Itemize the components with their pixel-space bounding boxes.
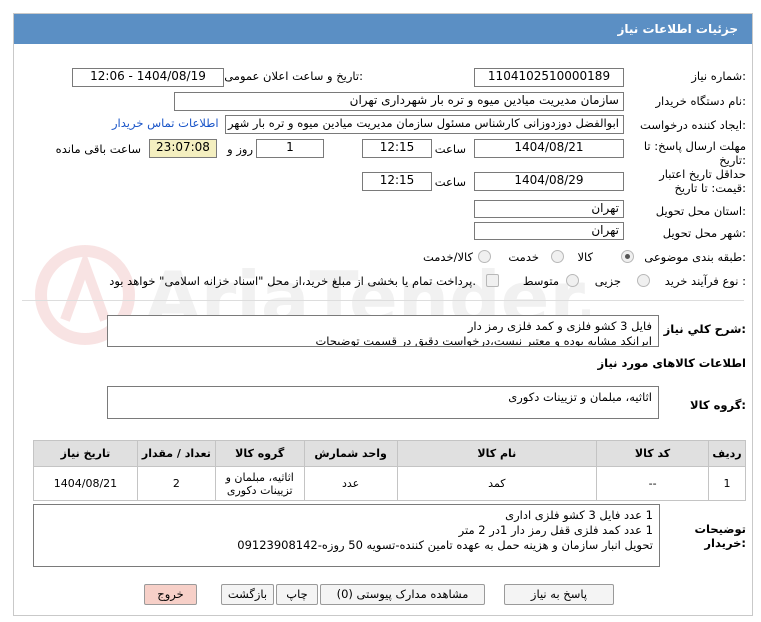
days-field: 1 bbox=[256, 139, 324, 158]
col-row: ردیف bbox=[707, 440, 747, 467]
category-radio-goods-service[interactable] bbox=[478, 250, 491, 263]
description-line-2: ایرانکد مشابه بوده و معتبر نیست،درخواست … bbox=[315, 334, 652, 347]
deadline-date-field: 1404/08/21 bbox=[474, 139, 624, 158]
category-option-goods: کالا bbox=[577, 250, 593, 264]
creator-label: ایجاد کننده درخواست: bbox=[640, 118, 746, 132]
need-number-label: شماره نیاز: bbox=[691, 69, 746, 83]
buyer-notes-label-2: خریدار: bbox=[704, 536, 746, 550]
category-label: طبقه بندی موضوعی: bbox=[644, 250, 746, 264]
category-radio-goods[interactable] bbox=[621, 250, 634, 263]
cell-quantity: 2 bbox=[136, 466, 216, 501]
col-quantity: تعداد / مقدار bbox=[136, 440, 216, 467]
col-goods-group: گروه کالا bbox=[214, 440, 305, 467]
creator-field: ابوالفضل دوزدوزانی کارشناس مسئول سازمان … bbox=[225, 115, 624, 134]
announce-field: 1404/08/19 - 12:06 bbox=[72, 68, 224, 87]
goods-group-field[interactable]: اثاثیه، مبلمان و تزیینات دکوری bbox=[107, 386, 659, 419]
deadline-time-label: ساعت bbox=[434, 142, 466, 156]
description-label: شرح کلي نياز: bbox=[663, 322, 746, 336]
print-button[interactable]: چاپ bbox=[276, 584, 318, 605]
province-label: استان محل تحویل: bbox=[655, 204, 746, 218]
col-goods-code: کد کالا bbox=[596, 440, 709, 467]
category-option-goods-service: کالا/خدمت bbox=[422, 250, 473, 264]
buyer-notes-label-1: توضیحات bbox=[694, 522, 747, 536]
items-table: تاریخ نیاز تعداد / مقدار گروه کالا واحد … bbox=[33, 440, 747, 501]
deadline-time-field: 12:15 bbox=[362, 139, 432, 158]
cell-goods-group-line-1: اثاثیه، مبلمان و bbox=[225, 470, 294, 484]
cell-goods-group: اثاثیه، مبلمان و تزیینات دکوری bbox=[214, 466, 305, 501]
exit-button[interactable]: خروج bbox=[144, 584, 197, 605]
validity-time-field: 12:15 bbox=[362, 172, 432, 191]
table-row: 1404/08/21 2 اثاثیه، مبلمان و تزیینات دک… bbox=[33, 466, 747, 501]
need-number-field: 1104102510000189 bbox=[474, 68, 624, 87]
deadline-label-1: مهلت ارسال پاسخ: تا bbox=[643, 139, 746, 153]
process-radio-minor[interactable] bbox=[637, 274, 650, 287]
category-option-service: خدمت bbox=[508, 250, 539, 264]
buyer-notes-textarea[interactable]: 1 عدد فایل 3 کشو فلزی اداری 1 عدد کمد فل… bbox=[33, 504, 660, 567]
city-field: تهران bbox=[474, 222, 624, 240]
description-line-1: فایل 3 کشو فلزی و کمد فلزی رمز دار bbox=[467, 319, 652, 333]
remaining-time-field: 23:07:08 bbox=[149, 139, 217, 158]
cell-row: 1 bbox=[707, 466, 747, 501]
buyer-contact-link[interactable]: اطلاعات تماس خریدار bbox=[112, 116, 219, 130]
remaining-label: ساعت باقی مانده bbox=[55, 142, 141, 156]
process-option-medium: متوسط bbox=[522, 274, 559, 288]
goods-section-title: اطلاعات کالاهای مورد نیاز bbox=[597, 356, 746, 370]
treasury-note: پرداخت تمام یا بخشی از مبلغ خرید،از محل … bbox=[109, 274, 476, 288]
validity-label-2: قیمت: تا تاریخ: bbox=[674, 181, 746, 195]
announce-label: تاریخ و ساعت اعلان عمومی: bbox=[224, 69, 363, 83]
cell-goods-code: -- bbox=[596, 466, 709, 501]
validity-time-label: ساعت bbox=[434, 175, 466, 189]
city-label: شهر محل تحویل: bbox=[662, 226, 746, 240]
col-unit: واحد شمارش bbox=[303, 440, 398, 467]
goods-group-value: اثاثیه، مبلمان و تزیینات دکوری bbox=[508, 390, 652, 404]
days-label: روز و bbox=[227, 142, 253, 156]
cell-need-date: 1404/08/21 bbox=[33, 466, 138, 501]
validity-date-field: 1404/08/29 bbox=[474, 172, 624, 191]
reply-button[interactable]: پاسخ به نیاز bbox=[504, 584, 614, 605]
treasury-checkbox[interactable] bbox=[486, 274, 499, 287]
description-textarea[interactable]: فایل 3 کشو فلزی و کمد فلزی رمز دار ایران… bbox=[107, 315, 659, 347]
province-field: تهران bbox=[474, 200, 624, 218]
buyer-notes-line-2: 1 عدد کمد فلزی قفل رمز دار 1در 2 متر bbox=[458, 523, 653, 537]
process-label: نوع فرآیند خرید : bbox=[664, 274, 746, 288]
buyer-field: سازمان مدیریت میادین میوه و تره بار شهرد… bbox=[174, 92, 624, 111]
section-divider bbox=[22, 300, 744, 301]
cell-goods-group-line-2: تزیینات دکوری bbox=[226, 483, 293, 497]
category-radio-service[interactable] bbox=[551, 250, 564, 263]
process-option-minor: جزیی bbox=[594, 274, 621, 288]
buyer-label: نام دستگاه خریدار: bbox=[655, 94, 746, 108]
cell-goods-name: کمد bbox=[396, 466, 598, 501]
page-title: جزئیات اطلاعات نیاز bbox=[14, 14, 752, 44]
deadline-label-2: تاریخ: bbox=[719, 153, 746, 167]
buyer-notes-line-1: 1 عدد فایل 3 کشو فلزی اداری bbox=[505, 508, 653, 522]
back-button[interactable]: بازگشت bbox=[221, 584, 274, 605]
col-goods-name: نام کالا bbox=[396, 440, 598, 467]
buyer-notes-line-3: تحویل انبار سازمان و هزینه حمل به عهده ت… bbox=[237, 538, 653, 552]
validity-label-1: حداقل تاریخ اعتبار bbox=[659, 167, 746, 181]
attachments-button[interactable]: مشاهده مدارک پیوستی (0) bbox=[320, 584, 485, 605]
process-radio-medium[interactable] bbox=[566, 274, 579, 287]
col-need-date: تاریخ نیاز bbox=[33, 440, 138, 467]
goods-group-label: گروه کالا: bbox=[690, 398, 746, 412]
cell-unit: عدد bbox=[303, 466, 398, 501]
